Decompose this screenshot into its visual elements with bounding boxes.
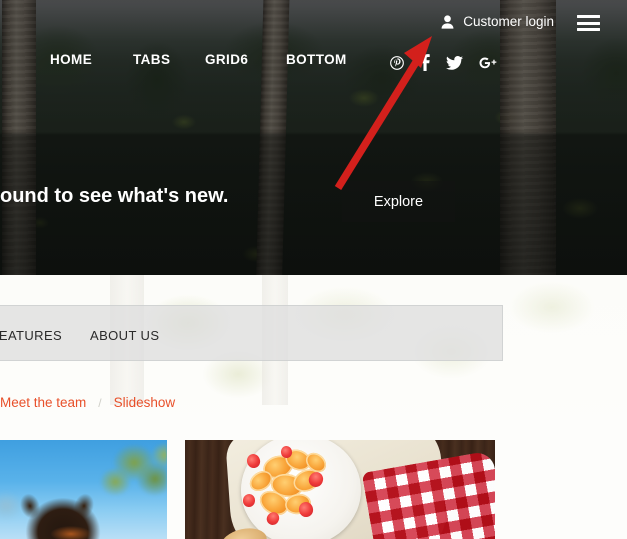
- google-plus-icon[interactable]: [479, 56, 497, 74]
- tab-about-us[interactable]: ABOUT US: [90, 328, 159, 343]
- main-navigation: HOME TABS GRID6 BOTTOM: [0, 52, 627, 82]
- tab-ate-features[interactable]: ATE FEATURES: [0, 328, 62, 343]
- breadcrumb-separator: /: [98, 395, 102, 410]
- facebook-icon[interactable]: [420, 54, 430, 75]
- nav-item-bottom[interactable]: BOTTOM: [286, 52, 347, 67]
- image-card-grid: [0, 440, 627, 539]
- twitter-icon[interactable]: [446, 55, 463, 74]
- image-card-dog[interactable]: [0, 440, 167, 539]
- explore-button[interactable]: Explore: [342, 181, 455, 222]
- tab-bar: ATE FEATURES ABOUT US: [0, 305, 503, 361]
- pinterest-icon[interactable]: [390, 55, 404, 74]
- breadcrumb-item-meet-the-team[interactable]: Meet the team: [0, 395, 86, 410]
- hamburger-bar: [577, 15, 600, 18]
- hamburger-bar: [577, 28, 600, 31]
- dog-photo: [0, 440, 167, 539]
- nav-item-home[interactable]: HOME: [50, 52, 92, 67]
- hamburger-menu-icon[interactable]: [577, 15, 600, 31]
- nav-item-tabs[interactable]: TABS: [133, 52, 170, 67]
- breadcrumb: Meet the team / Slideshow: [0, 395, 175, 410]
- image-card-fruit-plate[interactable]: [185, 440, 495, 539]
- breadcrumb-item-slideshow[interactable]: Slideshow: [114, 395, 176, 410]
- hamburger-bar: [577, 21, 600, 25]
- customer-login-link[interactable]: Customer login: [441, 14, 554, 29]
- hero-caption: ound to see what's new.: [0, 185, 229, 207]
- content-section: ATE FEATURES ABOUT US Meet the team / Sl…: [0, 275, 627, 539]
- fruit-plate-photo: [185, 440, 495, 539]
- social-icon-bar: [390, 54, 497, 75]
- page-root: Customer login HOME TABS GRID6 BOTTOM ou…: [0, 0, 627, 539]
- user-icon: [441, 14, 454, 29]
- nav-item-grid6[interactable]: GRID6: [205, 52, 248, 67]
- hero-section: Customer login HOME TABS GRID6 BOTTOM ou…: [0, 0, 627, 275]
- dog-chest-shape: [43, 523, 99, 539]
- customer-login-label: Customer login: [463, 14, 554, 29]
- utility-bar: Customer login: [0, 0, 627, 44]
